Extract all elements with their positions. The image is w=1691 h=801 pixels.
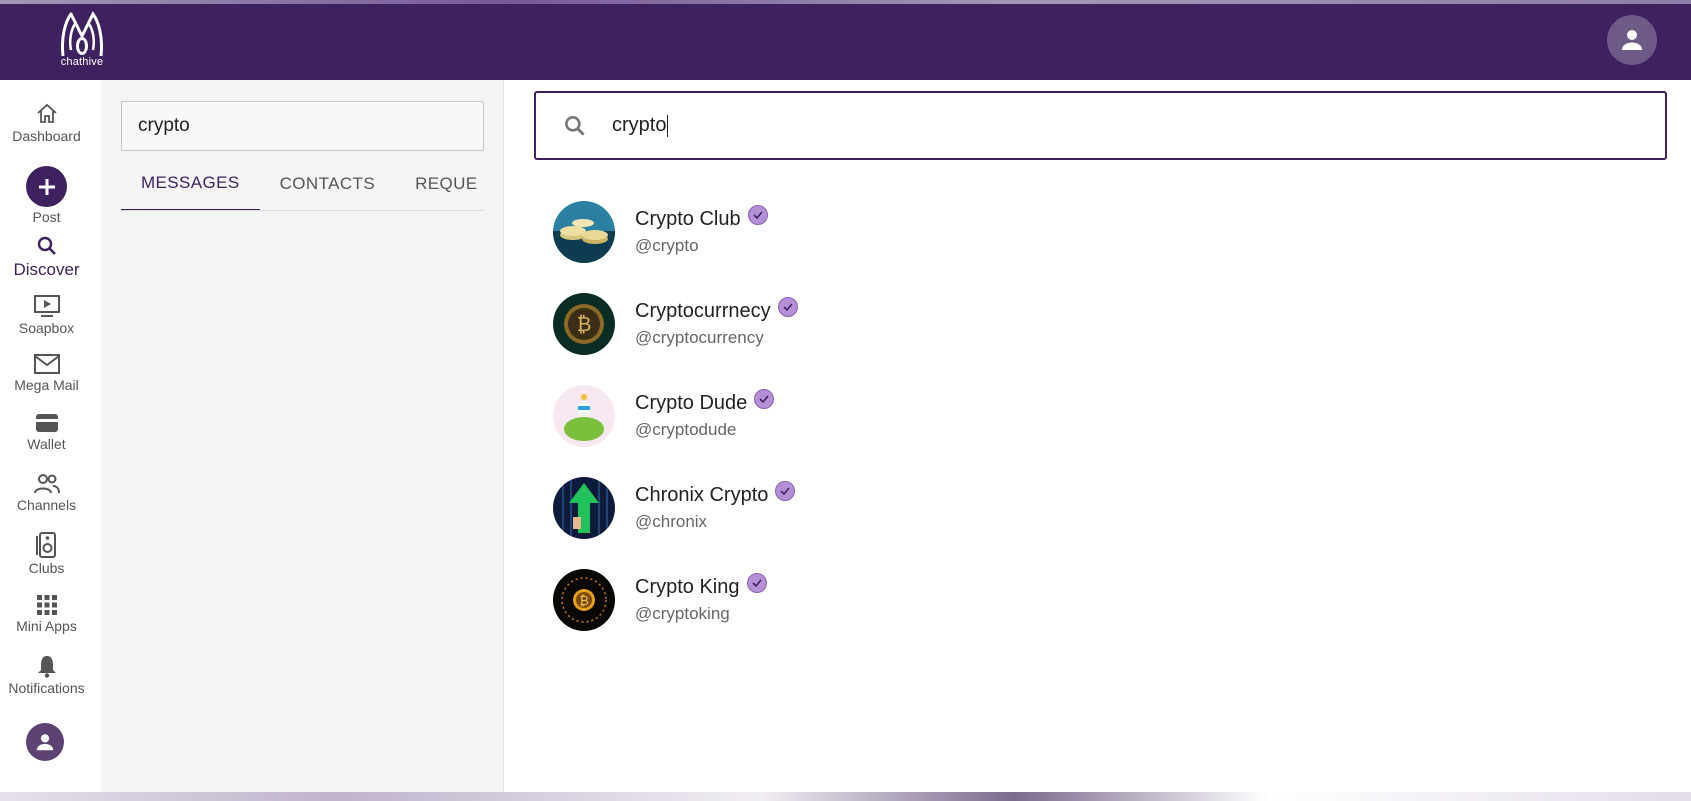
play-screen-icon: [33, 295, 60, 317]
nav-mega-mail[interactable]: Mega Mail: [0, 353, 93, 393]
messages-tabs: MESSAGES CONTACTS REQUE: [121, 157, 484, 211]
text-caret: [667, 114, 669, 137]
tab-requests[interactable]: REQUE: [395, 157, 477, 210]
result-name: Crypto King: [635, 576, 740, 598]
search-result-item[interactable]: ₿ Cryptocurrnecy @cryptocurrency: [553, 292, 1153, 356]
bell-icon: [37, 656, 56, 678]
search-icon: [562, 113, 588, 139]
nav-dashboard[interactable]: Dashboard: [0, 102, 93, 144]
grid-icon: [36, 595, 57, 615]
messages-search-input[interactable]: crypto: [121, 101, 484, 151]
nav-label: Channels: [16, 497, 77, 513]
tab-messages[interactable]: MESSAGES: [121, 157, 260, 210]
result-handle: @cryptodude: [635, 420, 737, 439]
nav-notifications[interactable]: Notifications: [0, 654, 93, 696]
verified-badge-icon: [746, 572, 767, 593]
result-avatar: ₿: [553, 569, 615, 631]
nav-label: Dashboard: [12, 128, 81, 144]
nav-label: Wallet: [27, 436, 66, 452]
search-result-item[interactable]: Crypto Club @crypto: [553, 200, 1153, 264]
result-name: Cryptocurrnecy: [635, 300, 771, 322]
result-avatar: [553, 385, 615, 447]
search-result-item[interactable]: Chronix Crypto @chronix: [553, 476, 1153, 540]
search-result-item[interactable]: Crypto Dude @cryptodude: [553, 384, 1153, 448]
result-handle: @crypto: [635, 236, 699, 255]
result-name: Chronix Crypto: [635, 484, 769, 506]
nav-clubs[interactable]: Clubs: [0, 532, 93, 576]
nav-label: Discover: [13, 260, 80, 279]
result-handle: @chronix: [635, 512, 708, 531]
result-avatar: [553, 201, 615, 263]
tab-contacts[interactable]: CONTACTS: [260, 157, 395, 210]
nav-channels[interactable]: Channels: [0, 473, 93, 513]
top-app-bar: chathive: [0, 0, 1691, 80]
result-name: Crypto Club: [635, 208, 741, 230]
top-stripe: [0, 0, 1691, 4]
wallet-icon: [35, 414, 58, 432]
nav-label: Clubs: [28, 560, 65, 576]
result-avatar: [553, 477, 615, 539]
discover-search-value: crypto: [612, 114, 667, 136]
search-result-item[interactable]: ₿ Crypto King @cryptoking: [553, 568, 1153, 632]
result-handle: @cryptoking: [635, 604, 730, 623]
discover-search-input[interactable]: crypto: [534, 91, 1667, 160]
nav-wallet[interactable]: Wallet: [0, 412, 93, 452]
nav-label: Notifications: [8, 680, 85, 696]
left-navigation: Dashboard Post Discover Soapbox Mega Mai…: [0, 80, 101, 801]
nav-soapbox[interactable]: Soapbox: [0, 294, 93, 336]
search-icon: [37, 236, 56, 255]
speaker-icon: [35, 532, 56, 558]
background-strip: [0, 792, 1691, 801]
nav-mini-apps[interactable]: Mini Apps: [0, 594, 93, 634]
result-name: Crypto Dude: [635, 392, 748, 414]
nav-label: Post: [32, 209, 61, 225]
verified-badge-icon: [754, 388, 775, 409]
mail-icon: [33, 354, 60, 374]
user-avatar-button[interactable]: [1607, 15, 1657, 65]
nav-label: Soapbox: [18, 320, 75, 336]
plus-icon: [38, 178, 55, 195]
home-icon: [36, 103, 57, 123]
app-logo[interactable]: chathive: [54, 10, 110, 70]
nav-post[interactable]: Post: [0, 166, 93, 225]
nav-label: Mini Apps: [16, 618, 77, 634]
verified-badge-icon: [775, 480, 796, 501]
person-icon: [1622, 30, 1642, 50]
verified-badge-icon: [747, 204, 768, 225]
nav-discover[interactable]: Discover: [0, 234, 93, 280]
person-icon: [36, 734, 54, 751]
verified-badge-icon: [777, 296, 798, 317]
messages-search-value: crypto: [138, 115, 190, 136]
discover-results: crypto Crypto Club @crypto ₿ Cryptocurrn…: [504, 80, 1691, 792]
svg-text:₿: ₿: [577, 312, 592, 336]
result-handle: @cryptocurrency: [635, 328, 764, 347]
post-button[interactable]: [26, 166, 67, 207]
people-icon: [33, 474, 60, 494]
nav-label: Mega Mail: [14, 377, 79, 393]
svg-text:₿: ₿: [579, 594, 589, 609]
profile-avatar-button[interactable]: [26, 723, 64, 761]
logo-text: chathive: [60, 56, 104, 68]
messages-panel: crypto MESSAGES CONTACTS REQUE: [101, 80, 504, 792]
result-avatar: ₿: [553, 293, 615, 355]
